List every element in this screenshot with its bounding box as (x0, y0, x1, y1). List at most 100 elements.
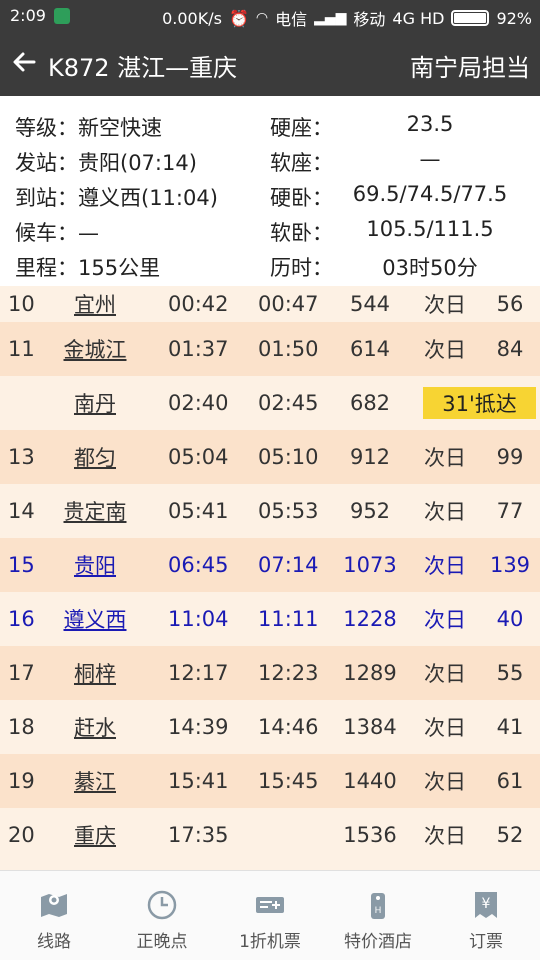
extra-value: 56 (496, 292, 524, 316)
distance-km: 1289 (343, 661, 397, 685)
table-row-departure[interactable]: 15 贵阳 06:45 07:14 1073 次日 139 (0, 538, 540, 592)
stop-name-link[interactable]: 南丹 (40, 376, 150, 430)
info-row: 到站：遵义西(11:04) 硬卧： 69.5/74.5/77.5 (0, 174, 540, 210)
arrival-time: 12:17 (168, 661, 229, 685)
battery-percent: 92% (496, 8, 532, 28)
network-speed: 0.00K/s (162, 8, 222, 28)
nav-label: 订票 (469, 932, 503, 952)
info-arrival: 到站：遵义西(11:04) (15, 186, 218, 210)
battery-icon (451, 10, 490, 26)
table-row[interactable]: 14 贵定南 05:41 05:53 952 次日 77 (0, 484, 540, 538)
info-price-value: 23.5 (406, 112, 454, 136)
nav-label: 1折机票 (239, 932, 301, 952)
info-row: 发站：贵阳(07:14) 软座： — (0, 139, 540, 175)
carrier-1: 电信 (275, 10, 308, 29)
info-price-value: 105.5/111.5 (366, 217, 494, 241)
extra-value: 61 (496, 769, 524, 793)
table-row[interactable]: 11 金城江 01:37 01:50 614 次日 84 (0, 322, 540, 376)
departure-time: 05:10 (258, 445, 319, 469)
info-price-label: 硬座： (270, 116, 333, 140)
extra-value: 99 (496, 445, 524, 469)
day-label: 次日 (424, 662, 466, 686)
stop-name-link[interactable]: 贵阳 (40, 538, 150, 592)
arrival-time: 01:37 (168, 337, 229, 361)
bottom-nav: 线路 正晚点 1折机票 H 特价酒店 ¥ 订票 (0, 870, 540, 960)
day-label: 次日 (424, 500, 466, 524)
stop-name-link[interactable]: 都匀 (40, 430, 150, 484)
departure-time: 11:11 (258, 607, 319, 631)
table-row[interactable]: 18 赶水 14:39 14:46 1384 次日 41 (0, 700, 540, 754)
distance-km: 544 (349, 292, 391, 316)
info-duration-value: 03时50分 (382, 256, 478, 280)
distance-km: 1440 (343, 769, 397, 793)
nav-booking[interactable]: ¥ 订票 (432, 871, 540, 960)
clock-icon (144, 887, 180, 923)
departure-time: 01:50 (258, 337, 319, 361)
table-row[interactable]: 13 都匀 05:04 05:10 912 次日 99 (0, 430, 540, 484)
nav-ontime[interactable]: 正晚点 (108, 871, 216, 960)
status-time: 2:09 (10, 6, 46, 25)
stop-name-link[interactable]: 赶水 (40, 700, 150, 754)
table-row[interactable]: 19 綦江 15:41 15:45 1440 次日 61 (0, 754, 540, 808)
info-grade: 等级：新空快速 (15, 116, 162, 140)
arrival-time: 00:42 (168, 292, 229, 316)
departure-time: 02:45 (258, 391, 319, 415)
extra-value: 52 (496, 823, 524, 847)
table-row[interactable]: 20 重庆 17:35 1536 次日 52 (0, 808, 540, 862)
stop-name-link[interactable]: 金城江 (40, 322, 150, 376)
departure-time: 07:14 (258, 553, 319, 577)
stop-name-link[interactable]: 遵义西 (40, 592, 150, 646)
nav-label: 正晚点 (136, 932, 188, 952)
svg-text:¥: ¥ (482, 896, 491, 912)
departure-time: 00:47 (258, 292, 319, 316)
train-info-panel: 等级：新空快速 硬座： 23.5 发站：贵阳(07:14) 软座： — 到站：遵… (0, 96, 540, 286)
hotel-icon: H (360, 887, 396, 923)
map-icon (36, 887, 72, 923)
departure-time (258, 808, 328, 862)
distance-km: 952 (349, 499, 391, 523)
nav-flight[interactable]: 1折机票 (216, 871, 324, 960)
signal-icon: ▂▄▆ (314, 10, 347, 26)
day-label: 次日 (424, 716, 466, 740)
nav-route[interactable]: 线路 (0, 871, 108, 960)
info-departure: 发站：贵阳(07:14) (15, 151, 197, 175)
arrival-time: 06:45 (168, 553, 229, 577)
distance-km: 682 (349, 391, 391, 415)
distance-km: 1228 (343, 607, 397, 631)
info-price-label: 硬卧： (270, 186, 333, 210)
table-row[interactable]: 10 宜州 00:42 00:47 544 次日 56 (0, 286, 540, 322)
extra-value: 41 (496, 715, 524, 739)
day-label: 次日 (424, 554, 466, 578)
day-label: 次日 (424, 338, 466, 362)
stop-table: 10 宜州 00:42 00:47 544 次日 56 11 金城江 01:37… (0, 286, 540, 870)
table-row-arrival[interactable]: 16 遵义西 11:04 11:11 1228 次日 40 (0, 592, 540, 646)
yen-ticket-icon: ¥ (468, 887, 504, 923)
table-row[interactable]: 17 桐梓 12:17 12:23 1289 次日 55 (0, 646, 540, 700)
distance-km: 1536 (343, 823, 397, 847)
arrival-time: 14:39 (168, 715, 229, 739)
info-row: 等级：新空快速 硬座： 23.5 (0, 104, 540, 140)
notification-icon (53, 7, 70, 24)
carrier-2: 移动 (353, 10, 386, 29)
train-title: K872 湛江—重庆 (48, 54, 238, 82)
nav-hotel[interactable]: H 特价酒店 (324, 871, 432, 960)
info-price-label: 软座： (270, 151, 333, 175)
stop-name-link[interactable]: 贵定南 (40, 484, 150, 538)
arrival-time: 15:41 (168, 769, 229, 793)
extra-value: 55 (496, 661, 524, 685)
stop-name-link[interactable]: 綦江 (40, 754, 150, 808)
info-price-label: 软卧： (270, 221, 333, 245)
info-distance: 里程：155公里 (15, 256, 161, 280)
stop-name-link[interactable]: 宜州 (40, 286, 150, 322)
nav-label: 线路 (37, 932, 71, 952)
distance-km: 614 (349, 337, 391, 361)
table-row[interactable]: 南丹 02:40 02:45 682 31'抵达 (0, 376, 540, 430)
wifi-icon: ◠ (255, 10, 269, 26)
arrival-time: 02:40 (168, 391, 229, 415)
departure-time: 14:46 (258, 715, 319, 739)
back-arrow-icon[interactable] (10, 48, 38, 76)
info-row: 候车：— 软卧： 105.5/111.5 (0, 209, 540, 245)
stop-name-link[interactable]: 重庆 (40, 808, 150, 862)
stop-name-link[interactable]: 桐梓 (40, 646, 150, 700)
arrival-status-badge: 31'抵达 (423, 387, 536, 419)
